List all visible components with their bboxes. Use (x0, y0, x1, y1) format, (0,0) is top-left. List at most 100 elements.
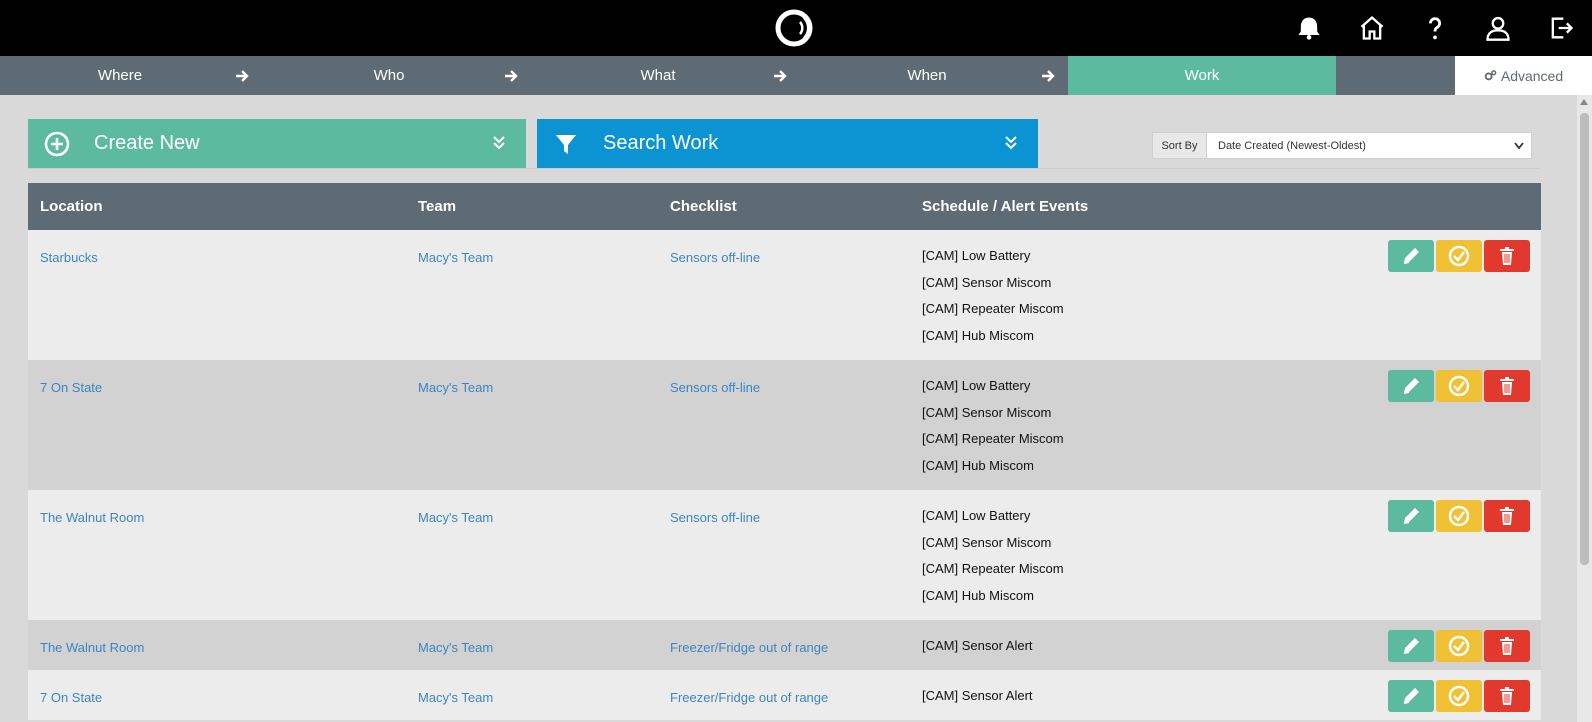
home-icon (1360, 15, 1383, 40)
event-item: [CAM] Sensor Miscom (922, 534, 1052, 550)
location-link[interactable]: 7 On State (40, 380, 102, 395)
complete-button[interactable] (1436, 680, 1482, 712)
trash-icon (1500, 687, 1514, 705)
trash-icon (1500, 637, 1514, 655)
location-link[interactable]: The Walnut Room (40, 640, 144, 655)
complete-button[interactable] (1436, 370, 1482, 402)
notifications-button[interactable] (1277, 0, 1340, 56)
step-work[interactable]: Work (1068, 56, 1336, 95)
checklist-link[interactable]: Sensors off-line (670, 250, 760, 265)
delete-button[interactable] (1484, 370, 1530, 402)
event-item: [CAM] Sensor Miscom (922, 404, 1052, 420)
plus-circle-icon (44, 131, 70, 157)
gears-icon (1484, 70, 1497, 81)
help-button[interactable] (1403, 0, 1466, 56)
event-item: [CAM] Repeater Miscom (922, 431, 1064, 446)
checklist-link[interactable]: Freezer/Fridge out of range (670, 640, 828, 655)
event-item: [CAM] Sensor Alert (922, 638, 1033, 653)
pencil-icon (1403, 508, 1419, 524)
event-item: [CAM] Low Battery (922, 508, 1031, 523)
table-body: Starbucks Macy's Team Sensors off-line [CAM… (28, 230, 1541, 720)
header-checklist[interactable]: Checklist (670, 183, 737, 230)
user-icon (1485, 16, 1510, 41)
help-icon (1428, 17, 1441, 40)
header-location[interactable]: Location (40, 183, 103, 230)
logout-button[interactable] (1529, 0, 1592, 56)
events-list: [CAM] Sensor Alert (922, 636, 1033, 663)
double-chevron-down-icon (493, 136, 505, 150)
arrow-right-icon (501, 56, 521, 95)
event-item: [CAM] Repeater Miscom (922, 561, 1064, 576)
step-when[interactable]: When (792, 56, 1062, 95)
scroll-up-icon[interactable] (1580, 99, 1588, 105)
event-item: [CAM] Hub Miscom (922, 457, 1034, 473)
checklist-link[interactable]: Freezer/Fridge out of range (670, 690, 828, 705)
team-link[interactable]: Macy's Team (418, 640, 493, 655)
create-new-button[interactable]: Create New (28, 119, 526, 168)
sort-by-label: Sort By (1152, 132, 1207, 159)
delete-button[interactable] (1484, 630, 1530, 662)
location-link[interactable]: Starbucks (40, 250, 98, 265)
team-link[interactable]: Macy's Team (418, 690, 493, 705)
search-work-button[interactable]: Search Work (537, 119, 1038, 168)
step-who[interactable]: Who (254, 56, 524, 95)
profile-button[interactable] (1466, 0, 1529, 56)
delete-button[interactable] (1484, 680, 1530, 712)
step-where[interactable]: Where (0, 56, 240, 95)
check-circle-icon (1448, 685, 1470, 707)
vertical-scrollbar[interactable] (1577, 95, 1592, 722)
location-link[interactable]: The Walnut Room (40, 510, 144, 525)
arrow-right-icon (232, 56, 252, 95)
trash-icon (1500, 377, 1514, 395)
edit-button[interactable] (1388, 370, 1434, 402)
search-work-label: Search Work (603, 132, 719, 154)
sort-select[interactable]: Date Created (Newest-Oldest) (1207, 132, 1532, 159)
complete-button[interactable] (1436, 630, 1482, 662)
event-item: [CAM] Hub Miscom (922, 327, 1034, 343)
advanced-button[interactable]: Advanced (1455, 56, 1592, 95)
edit-button[interactable] (1388, 630, 1434, 662)
scroll-thumb[interactable] (1580, 113, 1589, 565)
table-row: The Walnut Room Macy's Team Freezer/Fridge… (28, 620, 1541, 670)
event-item: [CAM] Hub Miscom (922, 587, 1034, 603)
delete-button[interactable] (1484, 240, 1530, 272)
work-table: Location Team Checklist Schedule / Alert… (28, 183, 1541, 720)
table-row: The Walnut Room Macy's Team Sensors off-li… (28, 490, 1541, 620)
location-link[interactable]: 7 On State (40, 690, 102, 705)
table-header: Location Team Checklist Schedule / Alert… (28, 183, 1541, 230)
events-list: [CAM] Sensor Alert (922, 686, 1033, 713)
edit-button[interactable] (1388, 500, 1434, 532)
check-circle-icon (1448, 505, 1470, 527)
edit-button[interactable] (1388, 680, 1434, 712)
table-row: 7 On State Macy's Team Freezer/Fridge out … (28, 670, 1541, 720)
check-circle-icon (1448, 245, 1470, 267)
sort-selected-value: Date Created (Newest-Oldest) (1218, 139, 1366, 152)
team-link[interactable]: Macy's Team (418, 380, 493, 395)
trash-icon (1500, 247, 1514, 265)
header-team[interactable]: Team (418, 183, 456, 230)
row-actions (1388, 630, 1530, 662)
row-actions (1388, 240, 1530, 272)
home-button[interactable] (1340, 0, 1403, 56)
delete-button[interactable] (1484, 500, 1530, 532)
arrow-right-icon (1038, 56, 1058, 95)
app-logo-icon[interactable] (774, 8, 814, 48)
team-link[interactable]: Macy's Team (418, 510, 493, 525)
step-what[interactable]: What (523, 56, 793, 95)
team-link[interactable]: Macy's Team (418, 250, 493, 265)
table-row: 7 On State Macy's Team Sensors off-line [CA… (28, 360, 1541, 490)
row-actions (1388, 370, 1530, 402)
header-events[interactable]: Schedule / Alert Events (922, 183, 1088, 230)
edit-button[interactable] (1388, 240, 1434, 272)
complete-button[interactable] (1436, 240, 1482, 272)
bell-icon (1298, 17, 1319, 40)
check-circle-icon (1448, 375, 1470, 397)
check-circle-icon (1448, 635, 1470, 657)
checklist-link[interactable]: Sensors off-line (670, 380, 760, 395)
top-bar (0, 0, 1592, 56)
complete-button[interactable] (1436, 500, 1482, 532)
events-list: [CAM] Low Battery [CAM] Sensor Miscom [CAM… (922, 506, 1064, 612)
checklist-link[interactable]: Sensors off-line (670, 510, 760, 525)
event-item: [CAM] Sensor Miscom (922, 274, 1052, 290)
table-row: Starbucks Macy's Team Sensors off-line [CAM… (28, 230, 1541, 360)
